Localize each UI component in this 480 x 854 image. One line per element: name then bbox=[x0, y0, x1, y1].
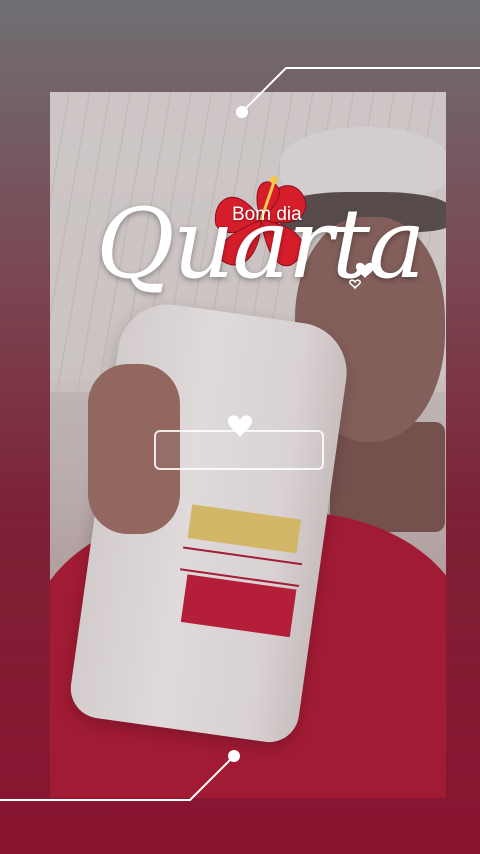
corner-line-top bbox=[236, 67, 480, 118]
hearts-icon bbox=[349, 262, 375, 290]
text-input-box[interactable] bbox=[154, 430, 324, 470]
greeting-small-text: Bom dia bbox=[232, 204, 302, 225]
corner-line-bottom bbox=[0, 750, 240, 801]
